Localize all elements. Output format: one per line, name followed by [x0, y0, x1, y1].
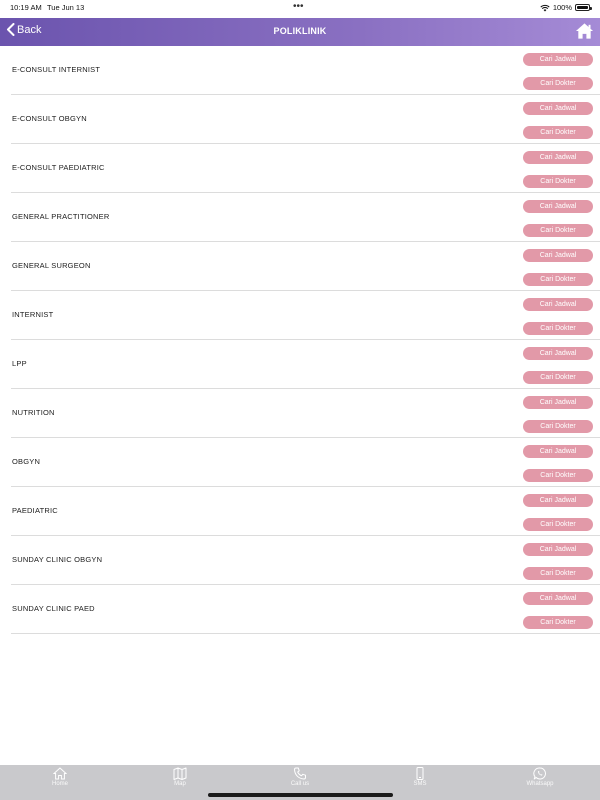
clinic-row[interactable]: E-CONSULT INTERNIST Cari Jadwal Cari Dokte… [11, 46, 600, 95]
house-icon [52, 767, 68, 780]
cari-dokter-button[interactable]: Cari Dokter [523, 224, 593, 237]
page-title: POLIKLINIK [273, 26, 327, 36]
clinic-name: NUTRITION [12, 408, 55, 417]
clinic-row[interactable]: SUNDAY CLINIC PAED Cari Jadwal Cari Dokter [11, 585, 600, 634]
status-time: 10:19 AM [10, 3, 42, 12]
tab-label: Call us [290, 781, 310, 787]
tab-home[interactable]: Home [0, 765, 120, 800]
clinic-name: GENERAL PRACTITIONER [12, 212, 110, 221]
tab-label: Home [51, 781, 68, 787]
screen: 10:19 AM Tue Jun 13 ••• 100% Back POLIKL… [0, 0, 600, 800]
cari-jadwal-button[interactable]: Cari Jadwal [523, 53, 593, 66]
tab-whatsapp[interactable]: Whatsapp [480, 765, 600, 800]
cari-jadwal-button[interactable]: Cari Jadwal [523, 151, 593, 164]
home-icon[interactable] [575, 22, 594, 40]
battery-fill [577, 6, 588, 9]
cari-dokter-button[interactable]: Cari Dokter [523, 371, 593, 384]
clinic-name: SUNDAY CLINIC PAED [12, 604, 95, 613]
phone-icon [293, 767, 307, 780]
cari-jadwal-button[interactable]: Cari Jadwal [523, 347, 593, 360]
clinic-row[interactable]: E-CONSULT OBGYN Cari Jadwal Cari Dokter [11, 95, 600, 144]
clinic-row[interactable]: GENERAL PRACTITIONER Cari Jadwal Cari Dokt… [11, 193, 600, 242]
cari-jadwal-button[interactable]: Cari Jadwal [523, 592, 593, 605]
home-indicator [208, 793, 393, 797]
clinic-name: E-CONSULT INTERNIST [12, 65, 101, 74]
tab-label: Whatsapp [526, 781, 554, 787]
multitasking-dots-icon[interactable]: ••• [293, 1, 304, 12]
cari-dokter-button[interactable]: Cari Dokter [523, 518, 593, 531]
cari-dokter-button[interactable]: Cari Dokter [523, 616, 593, 629]
clinic-name: SUNDAY CLINIC OBGYN [12, 555, 103, 564]
whatsapp-icon [533, 767, 547, 780]
clinic-name: GENERAL SURGEON [12, 261, 91, 270]
cari-dokter-button[interactable]: Cari Dokter [523, 469, 593, 482]
cari-jadwal-button[interactable]: Cari Jadwal [523, 445, 593, 458]
battery-icon [575, 4, 592, 11]
clinic-name: PAEDIATRIC [12, 506, 58, 515]
tab-label: Map [174, 781, 186, 787]
cari-dokter-button[interactable]: Cari Dokter [523, 126, 593, 139]
clinic-row[interactable]: OBGYN Cari Jadwal Cari Dokter [11, 438, 600, 487]
cari-jadwal-button[interactable]: Cari Jadwal [523, 494, 593, 507]
clinic-name: LPP [12, 359, 27, 368]
nav-bar: Back POLIKLINIK [0, 18, 600, 46]
clinic-name: INTERNIST [12, 310, 54, 319]
clinic-row[interactable]: E-CONSULT PAEDIATRIC Cari Jadwal Cari Dokt… [11, 144, 600, 193]
cari-jadwal-button[interactable]: Cari Jadwal [523, 200, 593, 213]
mobile-icon [413, 767, 427, 780]
cari-dokter-button[interactable]: Cari Dokter [523, 175, 593, 188]
clinic-row[interactable]: PAEDIATRIC Cari Jadwal Cari Dokter [11, 487, 600, 536]
cari-dokter-button[interactable]: Cari Dokter [523, 273, 593, 286]
clinic-row[interactable]: GENERAL SURGEON Cari Jadwal Cari Dokter [11, 242, 600, 291]
cari-jadwal-button[interactable]: Cari Jadwal [523, 543, 593, 556]
cari-jadwal-button[interactable]: Cari Jadwal [523, 102, 593, 115]
clinic-row[interactable]: SUNDAY CLINIC OBGYN Cari Jadwal Cari Dokte… [11, 536, 600, 585]
cari-jadwal-button[interactable]: Cari Jadwal [523, 396, 593, 409]
status-date: Tue Jun 13 [47, 3, 85, 12]
clinic-name: E-CONSULT PAEDIATRIC [12, 163, 105, 172]
map-icon [173, 767, 187, 780]
cari-dokter-button[interactable]: Cari Dokter [523, 322, 593, 335]
cari-dokter-button[interactable]: Cari Dokter [523, 77, 593, 90]
cari-jadwal-button[interactable]: Cari Jadwal [523, 298, 593, 311]
battery-percent: 100% [552, 3, 572, 12]
tab-label: SMS [413, 781, 427, 787]
status-right: 100% [540, 3, 592, 12]
status-bar: 10:19 AM Tue Jun 13 ••• 100% [0, 0, 600, 18]
clinic-row[interactable]: INTERNIST Cari Jadwal Cari Dokter [11, 291, 600, 340]
clinic-row[interactable]: NUTRITION Cari Jadwal Cari Dokter [11, 389, 600, 438]
clinic-row[interactable]: LPP Cari Jadwal Cari Dokter [11, 340, 600, 389]
cari-dokter-button[interactable]: Cari Dokter [523, 567, 593, 580]
wifi-icon [540, 4, 550, 11]
cari-dokter-button[interactable]: Cari Dokter [523, 420, 593, 433]
clinic-name: E-CONSULT OBGYN [12, 114, 87, 123]
clinic-name: OBGYN [12, 457, 41, 466]
clinic-list: E-CONSULT INTERNIST Cari Jadwal Cari Dokte… [0, 46, 600, 634]
cari-jadwal-button[interactable]: Cari Jadwal [523, 249, 593, 262]
